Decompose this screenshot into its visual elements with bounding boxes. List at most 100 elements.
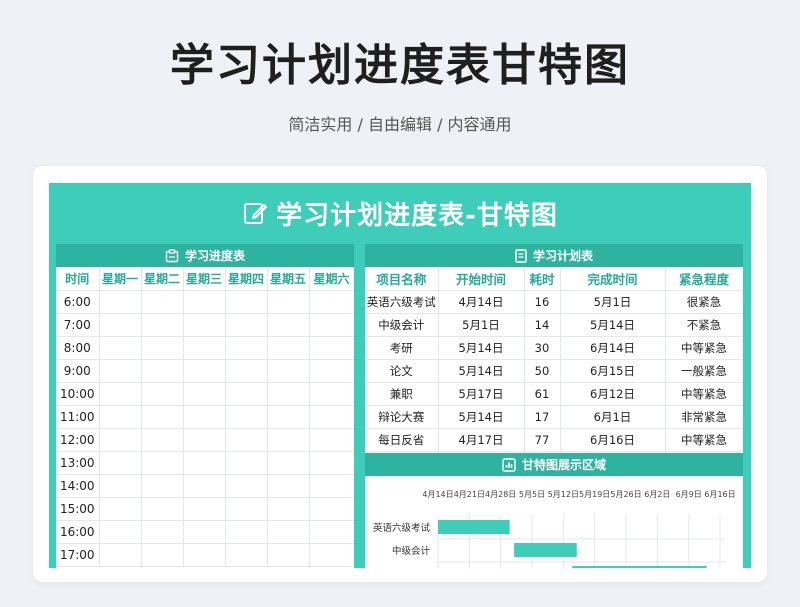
schedule-cell[interactable] [99, 428, 142, 452]
schedule-cell[interactable] [183, 497, 226, 521]
schedule-cell[interactable] [141, 290, 184, 314]
schedule-cell[interactable] [309, 474, 354, 498]
plan-cell[interactable]: 14 [524, 313, 561, 337]
plan-cell[interactable]: 6月16日 [560, 428, 666, 452]
schedule-cell[interactable] [99, 382, 142, 406]
schedule-cell[interactable] [183, 520, 226, 544]
schedule-cell[interactable] [141, 313, 184, 337]
plan-cell[interactable]: 中等紧急 [665, 428, 743, 452]
schedule-cell[interactable] [183, 336, 226, 360]
plan-cell[interactable]: 论文 [365, 359, 439, 383]
plan-cell[interactable]: 6月14日 [560, 336, 666, 360]
schedule-cell[interactable] [267, 497, 310, 521]
schedule-cell[interactable] [99, 359, 142, 383]
schedule-cell[interactable] [99, 543, 142, 567]
plan-cell[interactable]: 4月14日 [438, 290, 525, 314]
schedule-cell[interactable] [183, 290, 226, 314]
plan-cell[interactable]: 61 [524, 382, 561, 406]
plan-cell[interactable]: 5月1日 [560, 290, 666, 314]
schedule-cell[interactable] [99, 313, 142, 337]
schedule-cell[interactable] [183, 359, 226, 383]
plan-cell[interactable]: 每日反省 [365, 428, 439, 452]
schedule-cell[interactable] [267, 543, 310, 567]
plan-cell[interactable]: 77 [524, 428, 561, 452]
plan-cell[interactable]: 5月17日 [438, 382, 525, 406]
schedule-cell[interactable] [309, 359, 354, 383]
plan-cell[interactable]: 兼职 [365, 382, 439, 406]
plan-cell[interactable]: 考研 [365, 336, 439, 360]
schedule-cell[interactable] [225, 497, 268, 521]
schedule-cell[interactable] [183, 474, 226, 498]
plan-cell[interactable]: 5月1日 [438, 313, 525, 337]
schedule-cell[interactable] [141, 428, 184, 452]
schedule-cell[interactable] [141, 405, 184, 429]
plan-cell[interactable]: 4月17日 [438, 428, 525, 452]
schedule-cell[interactable] [225, 543, 268, 567]
schedule-cell[interactable] [141, 336, 184, 360]
plan-cell[interactable]: 5月14日 [438, 405, 525, 429]
schedule-cell[interactable] [99, 520, 142, 544]
schedule-cell[interactable] [99, 474, 142, 498]
schedule-cell[interactable] [99, 336, 142, 360]
schedule-cell[interactable] [267, 359, 310, 383]
schedule-cell[interactable] [141, 359, 184, 383]
plan-cell[interactable]: 中等紧急 [665, 382, 743, 406]
schedule-cell[interactable] [267, 336, 310, 360]
schedule-cell[interactable] [267, 382, 310, 406]
schedule-cell[interactable] [141, 497, 184, 521]
plan-cell[interactable]: 5月14日 [560, 313, 666, 337]
schedule-cell[interactable] [309, 451, 354, 475]
plan-cell[interactable]: 5月14日 [438, 359, 525, 383]
plan-cell[interactable]: 不紧急 [665, 313, 743, 337]
plan-cell[interactable]: 30 [524, 336, 561, 360]
plan-cell[interactable]: 16 [524, 290, 561, 314]
schedule-cell[interactable] [309, 543, 354, 567]
plan-cell[interactable]: 辩论大赛 [365, 405, 439, 429]
plan-cell[interactable]: 6月15日 [560, 359, 666, 383]
plan-cell[interactable]: 很紧急 [665, 290, 743, 314]
schedule-cell[interactable] [99, 290, 142, 314]
schedule-cell[interactable] [267, 405, 310, 429]
schedule-cell[interactable] [309, 336, 354, 360]
plan-cell[interactable]: 6月12日 [560, 382, 666, 406]
schedule-cell[interactable] [183, 405, 226, 429]
schedule-cell[interactable] [267, 474, 310, 498]
schedule-cell[interactable] [309, 290, 354, 314]
plan-cell[interactable]: 5月14日 [438, 336, 525, 360]
schedule-cell[interactable] [225, 359, 268, 383]
plan-cell[interactable]: 17 [524, 405, 561, 429]
schedule-cell[interactable] [99, 405, 142, 429]
schedule-cell[interactable] [267, 520, 310, 544]
plan-cell[interactable]: 一般紧急 [665, 359, 743, 383]
plan-cell[interactable]: 非常紧急 [665, 405, 743, 429]
schedule-cell[interactable] [225, 313, 268, 337]
schedule-cell[interactable] [141, 382, 184, 406]
schedule-cell[interactable] [267, 313, 310, 337]
plan-cell[interactable]: 6月1日 [560, 405, 666, 429]
schedule-cell[interactable] [225, 290, 268, 314]
schedule-cell[interactable] [141, 543, 184, 567]
plan-cell[interactable]: 中级会计 [365, 313, 439, 337]
schedule-cell[interactable] [309, 428, 354, 452]
schedule-cell[interactable] [183, 313, 226, 337]
schedule-cell[interactable] [141, 474, 184, 498]
schedule-cell[interactable] [225, 382, 268, 406]
plan-cell[interactable]: 50 [524, 359, 561, 383]
plan-cell[interactable]: 英语六级考试 [365, 290, 439, 314]
schedule-cell[interactable] [309, 520, 354, 544]
schedule-cell[interactable] [183, 382, 226, 406]
schedule-cell[interactable] [225, 428, 268, 452]
schedule-cell[interactable] [309, 382, 354, 406]
schedule-cell[interactable] [267, 428, 310, 452]
schedule-cell[interactable] [99, 497, 142, 521]
plan-cell[interactable]: 中等紧急 [665, 336, 743, 360]
schedule-cell[interactable] [309, 497, 354, 521]
schedule-cell[interactable] [225, 405, 268, 429]
schedule-cell[interactable] [183, 428, 226, 452]
schedule-cell[interactable] [141, 520, 184, 544]
schedule-cell[interactable] [267, 290, 310, 314]
schedule-cell[interactable] [225, 474, 268, 498]
schedule-cell[interactable] [267, 451, 310, 475]
schedule-cell[interactable] [141, 451, 184, 475]
schedule-cell[interactable] [99, 451, 142, 475]
